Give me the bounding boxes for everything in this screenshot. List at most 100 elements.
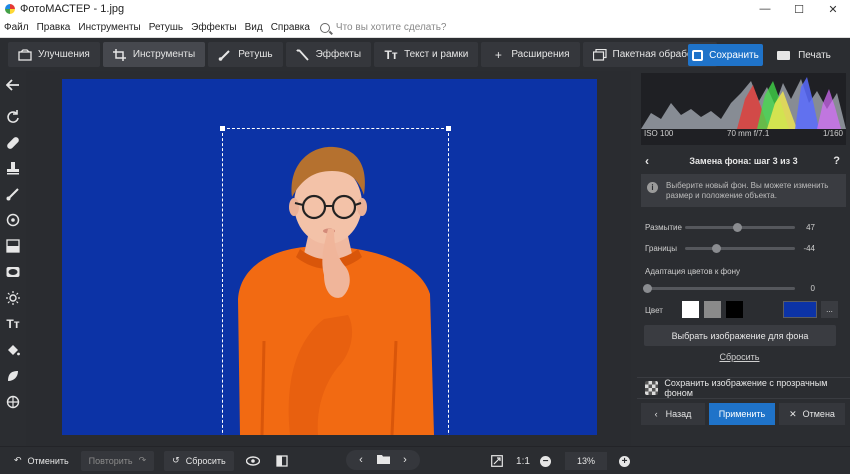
transparency-icon (645, 381, 659, 395)
subject-selection-frame[interactable] (220, 126, 451, 435)
undo-button[interactable]: ↶ Отменить (6, 451, 77, 471)
step-title: Замена фона: шаг 3 из 3 (689, 156, 798, 166)
menu-tools[interactable]: Инструменты (78, 22, 140, 33)
fit-screen-icon[interactable] (488, 452, 506, 470)
compare-icon[interactable] (268, 451, 296, 471)
color-adapt-slider-knob[interactable] (643, 284, 652, 293)
menu-help[interactable]: Справка (271, 22, 310, 33)
swatch-black[interactable] (726, 301, 743, 318)
floppy-icon (692, 49, 704, 61)
menu-view[interactable]: Вид (245, 22, 263, 33)
reset-all-button[interactable]: ↺ Сбросить (164, 450, 234, 471)
swatch-white[interactable] (682, 301, 699, 318)
menu-file[interactable]: Файл (4, 22, 29, 33)
color-adapt-slider-track[interactable] (647, 287, 795, 290)
light-icon[interactable] (5, 290, 21, 306)
plus-icon: + (494, 47, 502, 62)
color-adapt-label: Адаптация цветов к фону (645, 267, 741, 276)
color-label: Цвет (645, 306, 663, 315)
tab-enhance[interactable]: Улучшения (8, 42, 100, 67)
edges-label: Границы (645, 244, 677, 253)
redo-button[interactable]: Повторить ↷ (80, 450, 155, 471)
save-transparent-button[interactable]: Сохранить изображение с прозрачным фоном (637, 377, 850, 399)
help-button[interactable]: ? (833, 155, 840, 167)
selection-handle-top-left[interactable] (220, 126, 225, 131)
photo[interactable] (62, 79, 597, 435)
next-image-icon[interactable]: › (394, 454, 416, 466)
cancel-button-label: Отмена (802, 409, 835, 419)
blur-value: 47 (806, 223, 815, 232)
menu-edit[interactable]: Правка (37, 22, 71, 33)
x-icon: ✕ (789, 408, 797, 419)
swatch-gray[interactable] (704, 301, 721, 318)
close-button[interactable]: ✕ (816, 0, 850, 18)
reset-link[interactable]: Сбросить (637, 352, 842, 362)
exif-iso: ISO 100 (644, 129, 674, 138)
tab-effects[interactable]: Эффекты (285, 42, 372, 67)
text-tool-icon[interactable]: Tт (5, 316, 21, 332)
edges-slider-knob[interactable] (711, 244, 721, 253)
magic-wand-icon (296, 48, 310, 61)
canvas-area[interactable] (26, 71, 631, 446)
search-icon (319, 22, 330, 33)
brush-tool-icon[interactable] (5, 186, 21, 202)
info-text: Выберите новый фон. Вы можете изменить р… (666, 181, 829, 200)
bandage-icon[interactable] (5, 135, 21, 151)
tab-text-frames-label: Текст и рамки (404, 49, 469, 60)
left-tool-strip: Tт (0, 71, 26, 446)
zoom-1to1-button[interactable]: 1:1 (514, 452, 532, 470)
save-button[interactable]: Сохранить (688, 44, 763, 66)
zoom-controls: 1:1 − 13% + (488, 451, 644, 471)
selected-color-swatch[interactable] (783, 301, 817, 318)
print-button[interactable]: Печать (768, 44, 840, 66)
back-button[interactable]: ‹ Назад (641, 403, 705, 425)
paint-bucket-icon[interactable] (5, 342, 21, 358)
apply-button[interactable]: Применить (709, 403, 775, 425)
crop-icon (112, 48, 127, 61)
more-colors-button[interactable]: ... (821, 301, 838, 318)
enhance-icon (18, 48, 32, 61)
stamp-icon[interactable] (5, 160, 21, 176)
info-icon: i (647, 182, 658, 193)
vignette-icon[interactable] (5, 264, 21, 280)
globe-icon[interactable] (5, 394, 21, 410)
menu-retouch[interactable]: Ретушь (149, 22, 183, 33)
maximize-button[interactable]: ☐ (782, 0, 816, 18)
exif-lens: 70 mm f/7.1 (727, 129, 770, 138)
search-placeholder: Что вы хотите сделать? (335, 22, 447, 33)
gradient-filter-icon[interactable] (5, 238, 21, 254)
choose-background-image-button[interactable]: Выбрать изображение для фона (644, 325, 836, 346)
radial-filter-icon[interactable] (5, 212, 21, 228)
printer-icon (777, 50, 791, 60)
tab-extensions-label: Расширения (511, 49, 570, 60)
blur-slider-knob[interactable] (732, 223, 742, 232)
chevron-left-icon[interactable]: ‹ (645, 154, 649, 168)
minimize-button[interactable]: — (748, 0, 782, 18)
tab-retouch[interactable]: Ретушь (208, 42, 283, 67)
redo-icon: ↷ (138, 455, 147, 465)
tab-tools-label: Инструменты (132, 49, 196, 60)
menu-effects[interactable]: Эффекты (191, 22, 236, 33)
smart-select-icon[interactable] (5, 368, 21, 384)
tab-text-frames[interactable]: Tт Текст и рамки (374, 42, 479, 67)
menu-search[interactable]: Что вы хотите сделать? (319, 22, 447, 33)
zoom-out-icon[interactable]: − (540, 455, 551, 467)
preview-eye-icon[interactable] (238, 451, 268, 471)
histogram-graph (641, 77, 846, 129)
zoom-in-icon[interactable]: + (619, 455, 630, 467)
title-bar: ФотоМАСТЕР - 1.jpg — ☐ ✕ (0, 0, 850, 18)
panel-actions: ‹ Назад Применить ✕ Отмена (637, 402, 850, 426)
back-button-label: Назад (665, 409, 692, 419)
back-arrow-icon[interactable] (5, 77, 21, 93)
prev-image-icon[interactable]: ‹ (350, 454, 372, 466)
tab-tools[interactable]: Инструменты (102, 42, 206, 67)
folder-icon[interactable] (372, 454, 394, 467)
tab-extensions[interactable]: + Расширения (481, 42, 580, 67)
selection-handle-top-right[interactable] (446, 126, 451, 131)
cancel-button[interactable]: ✕ Отмена (779, 403, 845, 425)
zoom-value[interactable]: 13% (565, 452, 607, 470)
brush-icon (218, 49, 232, 61)
step-header: ‹ Замена фона: шаг 3 из 3 ? (637, 151, 850, 171)
rotate-icon[interactable] (5, 109, 21, 125)
edges-slider-track[interactable] (685, 247, 795, 250)
